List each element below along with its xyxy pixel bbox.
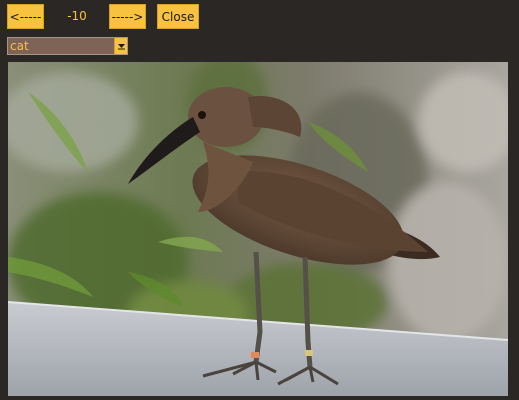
chevron-down-icon[interactable] bbox=[114, 38, 127, 54]
category-select[interactable]: cat bbox=[7, 37, 128, 55]
previous-button[interactable]: <----- bbox=[7, 4, 44, 29]
close-button[interactable]: Close bbox=[157, 4, 199, 29]
category-select-value: cat bbox=[10, 39, 29, 53]
next-button[interactable]: -----> bbox=[109, 4, 146, 29]
bird-photo bbox=[8, 62, 508, 396]
image-index-counter: -10 bbox=[67, 9, 87, 23]
